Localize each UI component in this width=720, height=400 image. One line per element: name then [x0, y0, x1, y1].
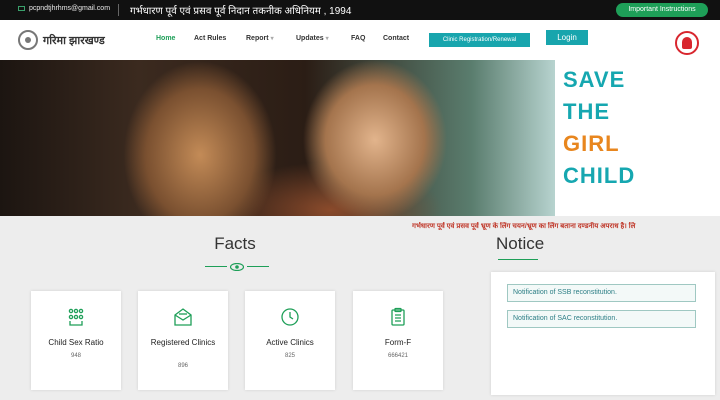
clipboard-icon: [391, 307, 405, 326]
navbar: गरिमा झारखण्ड Home Act Rules Report ▾ Upd…: [0, 20, 720, 60]
important-instructions-button[interactable]: Important Instructions: [616, 3, 708, 17]
nav-report-label: Report: [246, 35, 269, 42]
nav-home[interactable]: Home: [156, 35, 175, 42]
fact-label: Form-F: [384, 338, 412, 347]
nav-contact[interactable]: Contact: [383, 35, 409, 42]
fact-card-form-f: Form-F 666421: [353, 291, 443, 390]
act-title: गर्भधारण पूर्व एवं प्रसव पूर्व निदान तकन…: [130, 6, 352, 17]
nav-faq[interactable]: FAQ: [351, 35, 365, 42]
site-logo[interactable]: गरिमा झारखण्ड: [18, 30, 105, 50]
nav-updates[interactable]: Updates ▾: [296, 35, 329, 42]
notice-underline: [498, 259, 538, 260]
chevron-down-icon: ▾: [325, 36, 329, 42]
hero-photo: [0, 60, 555, 216]
eye-icon: [230, 263, 244, 271]
email-text: pcpndtjhrhms@gmail.com: [29, 5, 111, 12]
state-seal-icon: [18, 30, 38, 50]
nav-act-rules[interactable]: Act Rules: [194, 35, 226, 42]
logo-text: गरिमा झारखण्ड: [43, 34, 105, 47]
facts-divider: [205, 263, 269, 271]
fact-card-registered-clinics: Registered Clinics 896: [138, 291, 228, 390]
mail-icon: [18, 6, 25, 11]
fact-label: Child Sex Ratio: [48, 338, 104, 347]
fact-value: 666421: [387, 353, 409, 359]
facts-heading: Facts: [214, 234, 256, 253]
nav-updates-label: Updates: [296, 35, 324, 42]
login-button[interactable]: Login: [546, 30, 588, 45]
fact-card-active-clinics: Active Clinics 825: [245, 291, 335, 390]
slogan-line-3: GIRL: [563, 131, 620, 156]
clock-icon: [281, 308, 299, 326]
fact-value: 825: [284, 353, 295, 359]
chevron-down-icon: ▾: [270, 36, 274, 42]
fact-label: Active Clinics: [266, 338, 314, 347]
fact-label: Registered Clinics: [150, 338, 216, 347]
fact-card-child-sex-ratio: Child Sex Ratio 948: [31, 291, 121, 390]
mail-open-icon: [174, 308, 192, 326]
nav-report[interactable]: Report ▾: [246, 35, 274, 42]
email-link[interactable]: pcpndtjhrhms@gmail.com: [18, 5, 110, 12]
fact-value: 948: [70, 353, 81, 359]
ticker-text[interactable]: गर्भधारण पूर्व एवं प्रसव पूर्व भ्रूण के …: [412, 222, 712, 236]
fact-value: 896: [177, 363, 188, 369]
slogan-line-2: THE: [563, 99, 610, 124]
slogan-line-4: CHILD: [563, 163, 636, 188]
divider: [118, 4, 119, 16]
child-sex-ratio-icon: [68, 308, 84, 326]
notice-box: Notification of SSB reconstitution. Noti…: [491, 272, 715, 395]
campaign-emblem-icon: [675, 31, 699, 55]
clinic-registration-button[interactable]: Clinic Registration/Renewal: [429, 33, 530, 47]
notice-heading: Notice: [496, 234, 545, 253]
slogan-line-1: SAVE: [563, 67, 626, 92]
notice-item[interactable]: Notification of SSB reconstitution.: [507, 284, 696, 302]
top-bar: pcpndtjhrhms@gmail.com गर्भधारण पूर्व एव…: [0, 0, 720, 20]
notice-item[interactable]: Notification of SAC reconstitution.: [507, 310, 696, 328]
